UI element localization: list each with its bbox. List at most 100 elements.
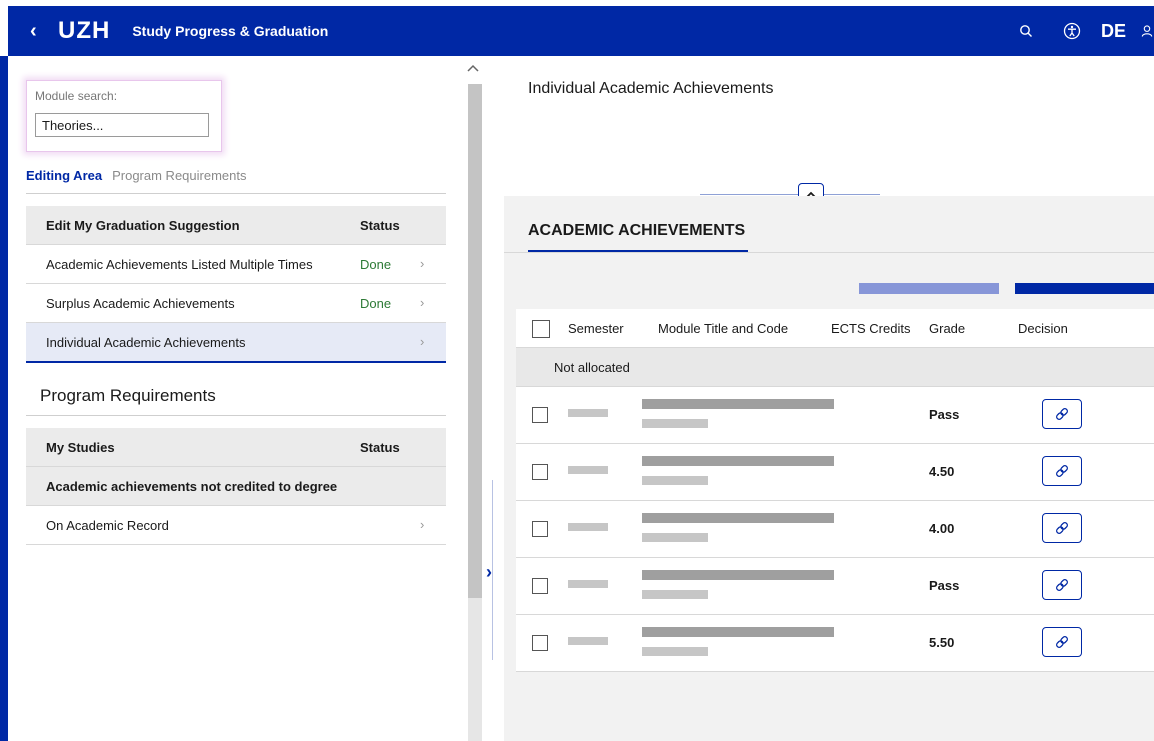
module-code-placeholder xyxy=(642,533,708,542)
section-divider xyxy=(504,252,1154,253)
grade-value: Pass xyxy=(929,407,960,422)
table-row[interactable]: Academic Achievements Listed Multiple Ti… xyxy=(26,245,446,284)
app-title: Study Progress & Graduation xyxy=(132,23,329,39)
table-row[interactable]: Pass xyxy=(516,558,1154,615)
module-search: Module search: xyxy=(26,80,222,152)
grade-value: 5.50 xyxy=(929,635,955,650)
row-checkbox[interactable] xyxy=(532,464,548,480)
grade-value: 4.00 xyxy=(929,521,955,536)
module-title-placeholder xyxy=(642,627,834,637)
grade-value: 4.50 xyxy=(929,464,955,479)
select-all-checkbox[interactable] xyxy=(532,320,550,338)
left-panel: Module search: Editing Area Program Requ… xyxy=(8,56,448,741)
tab-program-requirements[interactable]: Program Requirements xyxy=(112,168,246,183)
module-search-input[interactable] xyxy=(35,113,209,137)
row-name: Academic Achievements Listed Multiple Ti… xyxy=(46,257,313,272)
program-requirements-title: Program Requirements xyxy=(40,386,216,405)
semester-placeholder xyxy=(568,523,608,531)
table-row[interactable]: 4.00 xyxy=(516,501,1154,558)
row-checkbox[interactable] xyxy=(532,578,548,594)
link-icon xyxy=(1056,522,1068,534)
page-title: Individual Academic Achievements xyxy=(528,80,774,97)
row-name: On Academic Record xyxy=(46,518,169,533)
semester-placeholder xyxy=(568,580,608,588)
chevron-right-icon: › xyxy=(420,334,425,349)
table-row[interactable]: Surplus Academic Achievements Done › xyxy=(26,284,446,323)
language-switch[interactable]: DE xyxy=(1101,21,1126,42)
column-semester: Semester xyxy=(568,321,624,336)
scroll-up-arrow[interactable] xyxy=(466,62,480,76)
module-search-label: Module search: xyxy=(35,89,118,103)
table-header: Semester Module Title and Code ECTS Cred… xyxy=(516,309,1154,348)
module-code-placeholder xyxy=(642,476,708,485)
tab-bar: Editing Area Program Requirements xyxy=(26,168,246,183)
tab-divider xyxy=(26,193,446,194)
scrollbar-thumb[interactable] xyxy=(468,84,482,598)
semester-placeholder xyxy=(568,637,608,645)
link-button[interactable] xyxy=(1042,570,1082,600)
panel-expander[interactable]: › xyxy=(486,480,500,660)
module-title-placeholder xyxy=(642,456,834,466)
group-label: Not allocated xyxy=(554,360,630,375)
semester-placeholder xyxy=(568,409,608,417)
user-icon[interactable] xyxy=(1140,20,1154,42)
tab-editing-area[interactable]: Editing Area xyxy=(26,168,102,183)
chevron-right-icon: › xyxy=(420,295,425,310)
module-title-placeholder xyxy=(642,513,834,523)
expander-line xyxy=(492,480,493,660)
table-row-selected[interactable]: Individual Academic Achievements › xyxy=(26,323,446,363)
header-name: Edit My Graduation Suggestion xyxy=(46,218,240,233)
link-button[interactable] xyxy=(1042,513,1082,543)
row-name: Individual Academic Achievements xyxy=(46,335,246,350)
graduation-suggestion-table: Edit My Graduation Suggestion Status Aca… xyxy=(26,206,446,363)
progress-bar-light xyxy=(859,283,999,294)
link-button[interactable] xyxy=(1042,456,1082,486)
chevron-right-icon: › xyxy=(420,517,425,532)
status-badge: Done xyxy=(360,296,392,311)
link-icon xyxy=(1056,408,1068,420)
link-icon xyxy=(1056,465,1068,477)
section-title: ACADEMIC ACHIEVEMENTS xyxy=(528,222,746,239)
module-code-placeholder xyxy=(642,419,708,428)
group-row: Not allocated xyxy=(516,348,1154,387)
section-name: Academic achievements not credited to de… xyxy=(46,479,338,494)
table-header: My Studies Status xyxy=(26,428,446,467)
row-checkbox[interactable] xyxy=(532,521,548,537)
achievements-table: Semester Module Title and Code ECTS Cred… xyxy=(516,309,1154,672)
app-header: ‹ UZH Study Progress & Graduation DE xyxy=(8,6,1154,56)
search-icon[interactable] xyxy=(1015,20,1037,42)
header-status: Status xyxy=(360,440,400,455)
table-header: Edit My Graduation Suggestion Status xyxy=(26,206,446,245)
chevron-right-icon[interactable]: › xyxy=(486,562,492,583)
right-panel: Individual Academic Achievements ACADEMI… xyxy=(500,56,1154,741)
header-status: Status xyxy=(360,218,400,233)
header-actions: DE xyxy=(991,6,1154,56)
chevron-right-icon: › xyxy=(420,256,425,271)
achievements-panel: ACADEMIC ACHIEVEMENTS Semester Module Ti… xyxy=(504,196,1154,741)
grade-value: Pass xyxy=(929,578,960,593)
progress-bar-dark xyxy=(1015,283,1154,294)
row-checkbox[interactable] xyxy=(532,635,548,651)
left-edge-strip xyxy=(0,56,8,741)
column-grade: Grade xyxy=(929,321,966,336)
link-button[interactable] xyxy=(1042,399,1082,429)
table-row[interactable]: On Academic Record › xyxy=(26,506,446,545)
program-requirements-table: My Studies Status Academic achievements … xyxy=(26,428,446,545)
column-module-title: Module Title and Code xyxy=(658,321,789,336)
header-name: My Studies xyxy=(46,440,115,455)
chevron-left-icon[interactable]: ‹ xyxy=(30,20,50,43)
section-divider xyxy=(26,415,446,416)
link-button[interactable] xyxy=(1042,627,1082,657)
row-name: Surplus Academic Achievements xyxy=(46,296,235,311)
table-row[interactable]: 5.50 xyxy=(516,615,1154,672)
module-code-placeholder xyxy=(642,647,708,656)
semester-placeholder xyxy=(568,466,608,474)
accessibility-icon[interactable] xyxy=(1061,20,1083,42)
table-row[interactable]: Pass xyxy=(516,387,1154,444)
row-checkbox[interactable] xyxy=(532,407,548,423)
table-row[interactable]: 4.50 xyxy=(516,444,1154,501)
section-row: Academic achievements not credited to de… xyxy=(26,467,446,506)
status-badge: Done xyxy=(360,257,392,272)
link-icon xyxy=(1056,579,1068,591)
collapse-divider xyxy=(700,194,880,195)
